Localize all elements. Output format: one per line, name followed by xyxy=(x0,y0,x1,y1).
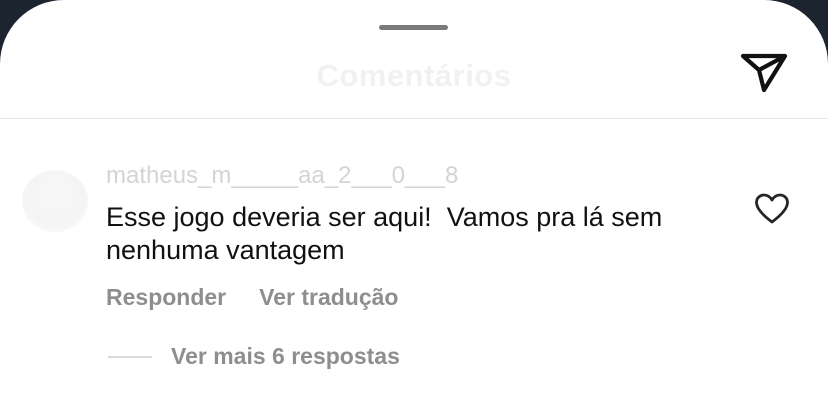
sheet-title: Comentários xyxy=(316,58,512,93)
heart-outline-icon[interactable] xyxy=(754,193,790,225)
header-divider xyxy=(0,118,828,119)
replies-divider-line xyxy=(108,356,152,358)
see-translation-button[interactable]: Ver tradução xyxy=(259,284,398,311)
comment-text: Esse jogo deveria ser aqui! Vamos pra lá… xyxy=(106,202,670,265)
reply-button[interactable]: Responder xyxy=(106,284,226,311)
drag-handle[interactable] xyxy=(379,25,448,30)
comment-actions: Responder Ver tradução xyxy=(106,284,398,311)
comments-sheet: Comentários matheus_m_____aa_2___0___8 E… xyxy=(0,0,828,409)
send-paper-plane-icon[interactable] xyxy=(740,52,788,94)
view-more-replies-button[interactable]: Ver mais 6 respostas xyxy=(171,343,400,370)
comment-username[interactable]: matheus_m_____aa_2___0___8 xyxy=(106,164,458,188)
avatar[interactable] xyxy=(22,170,88,232)
